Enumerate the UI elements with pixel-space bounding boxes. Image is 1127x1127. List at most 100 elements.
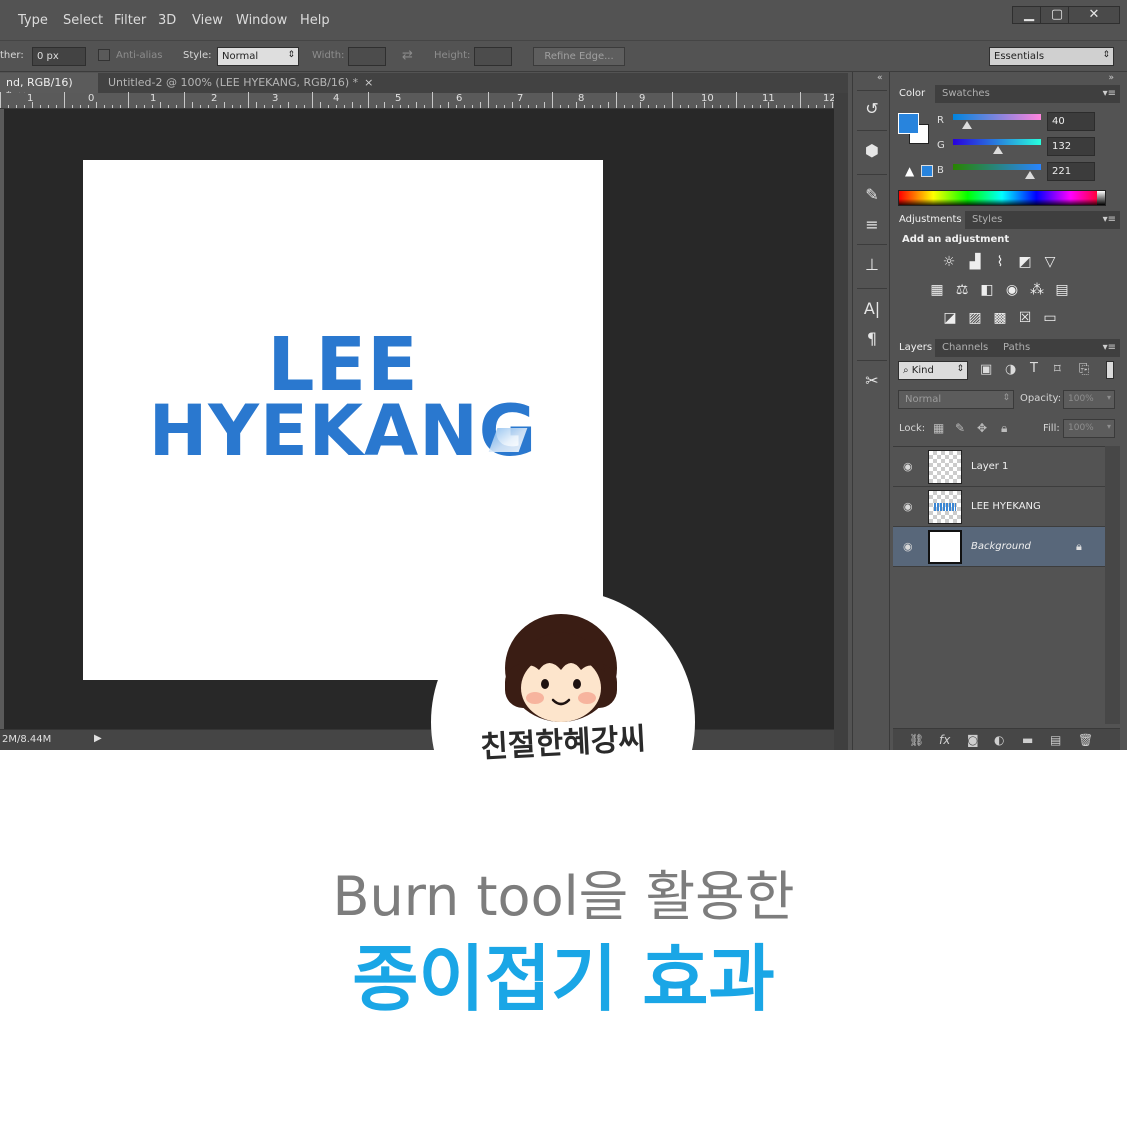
eye-icon[interactable]: ◉ <box>903 500 913 513</box>
foreground-color-swatch[interactable] <box>898 113 919 134</box>
history-icon[interactable]: ↺ <box>860 98 884 120</box>
g-slider-track[interactable] <box>953 139 1041 145</box>
menu-view[interactable]: View <box>192 13 223 28</box>
filter-smart-object-icon[interactable]: ⎘ <box>1079 362 1089 377</box>
tab-paths[interactable]: Paths <box>997 339 1043 357</box>
color-lookup-icon[interactable]: ▤ <box>1052 281 1072 299</box>
filter-shape-icon[interactable]: ⌑ <box>1054 362 1061 377</box>
panel-menu-icon[interactable]: ▾≡ <box>1103 214 1116 225</box>
g-slider-thumb[interactable] <box>993 146 1003 154</box>
brush-icon[interactable]: ≡ <box>860 214 884 236</box>
b-slider-thumb[interactable] <box>1025 171 1035 179</box>
gradient-map-icon[interactable]: ▭ <box>1040 309 1060 327</box>
panel-menu-icon[interactable]: ▾≡ <box>1103 88 1116 99</box>
adjustment-layer-icon[interactable]: ◐ <box>994 733 1004 747</box>
exposure-icon[interactable]: ◩ <box>1015 253 1035 271</box>
new-layer-icon[interactable]: ▤ <box>1050 733 1061 747</box>
invert-icon[interactable]: ◪ <box>940 309 960 327</box>
refine-edge-button[interactable]: Refine Edge... <box>533 47 625 66</box>
lock-image-icon[interactable]: ✎ <box>955 421 965 435</box>
tool-presets-icon[interactable]: ✂ <box>860 370 884 392</box>
eye-icon[interactable]: ◉ <box>903 540 913 553</box>
filter-toggle[interactable] <box>1106 361 1114 379</box>
layers-scrollbar[interactable] <box>1105 446 1120 724</box>
tab-layers[interactable]: Layers <box>893 339 935 357</box>
tab-styles[interactable]: Styles <box>966 211 1010 229</box>
style-select[interactable]: Normal ⇕ <box>217 47 299 66</box>
layer-row-background[interactable]: ◉ Background 🔒︎ <box>893 527 1105 567</box>
menu-select[interactable]: Select <box>63 13 103 28</box>
vertical-scrollbar[interactable] <box>834 93 848 750</box>
antialias-checkbox[interactable] <box>98 49 110 61</box>
layer-row-lee-hyekang[interactable]: ◉ LEE HYEKANG <box>893 487 1105 527</box>
width-input[interactable] <box>348 47 386 66</box>
swap-icon[interactable]: ⇄ <box>402 48 413 63</box>
brush-presets-icon[interactable]: ✎ <box>860 184 884 206</box>
r-slider-track[interactable] <box>953 114 1041 120</box>
tab-document-1[interactable]: nd, RGB/16) *× <box>0 73 98 102</box>
tab-color[interactable]: Color <box>893 85 935 103</box>
menu-type[interactable]: Type <box>18 13 48 28</box>
color-balance-icon[interactable]: ⚖ <box>952 281 972 299</box>
hue-saturation-icon[interactable]: ▦ <box>927 281 947 299</box>
filter-pixel-icon[interactable]: ▣ <box>980 362 992 377</box>
web-safe-swatch[interactable] <box>921 165 933 177</box>
height-input[interactable] <box>474 47 512 66</box>
filter-adjustment-icon[interactable]: ◑ <box>1005 362 1016 377</box>
feather-input[interactable]: 0 px <box>32 47 86 66</box>
filter-type-icon[interactable]: T <box>1030 361 1038 376</box>
lock-all-icon[interactable]: 🔒︎ <box>1001 421 1007 436</box>
r-input[interactable]: 40 <box>1047 112 1095 131</box>
lock-position-icon[interactable]: ✥ <box>977 421 987 435</box>
clone-source-icon[interactable]: ⊥ <box>860 254 884 276</box>
menu-filter[interactable]: Filter <box>114 13 146 28</box>
mask-icon[interactable]: ◙ <box>967 733 979 747</box>
paragraph-icon[interactable]: ¶ <box>860 328 884 350</box>
b-slider-track[interactable] <box>953 164 1041 170</box>
tab-channels[interactable]: Channels <box>936 339 996 357</box>
tab-swatches[interactable]: Swatches <box>936 85 994 103</box>
close-icon[interactable]: × <box>364 76 373 89</box>
channel-mixer-icon[interactable]: ⁂ <box>1027 281 1047 299</box>
status-menu-arrow-icon[interactable]: ▶ <box>94 733 102 744</box>
r-slider-thumb[interactable] <box>962 121 972 129</box>
b-input[interactable]: 221 <box>1047 162 1095 181</box>
ruler-tick <box>616 92 617 108</box>
menu-help[interactable]: Help <box>300 13 330 28</box>
3d-icon[interactable]: ⬢ <box>860 140 884 162</box>
ruler-tick <box>304 105 305 108</box>
layer-row-layer-1[interactable]: ◉ Layer 1 <box>893 447 1105 487</box>
fx-icon[interactable]: fx <box>939 733 950 747</box>
link-icon[interactable]: ⛓ <box>909 733 924 747</box>
close-button[interactable]: ✕ <box>1068 6 1120 24</box>
tab-document-2[interactable]: Untitled-2 @ 100% (LEE HYEKANG, RGB/16) … <box>102 73 382 93</box>
levels-icon[interactable]: ▟ <box>965 253 985 271</box>
color-spectrum-ramp[interactable] <box>898 190 1106 206</box>
menu-3d[interactable]: 3D <box>158 13 176 28</box>
eye-icon[interactable]: ◉ <box>903 460 913 473</box>
curves-icon[interactable]: ⌇ <box>990 253 1010 271</box>
blend-mode-select[interactable]: Normal ⇕ <box>898 390 1014 409</box>
menu-window[interactable]: Window <box>236 13 287 28</box>
layer-filter-select[interactable]: ⌕ Kind ⇕ <box>898 361 968 380</box>
trash-icon[interactable]: 🗑︎ <box>1078 733 1093 747</box>
tab-adjustments[interactable]: Adjustments <box>893 211 965 229</box>
lock-transparent-icon[interactable]: ▦ <box>933 421 944 435</box>
group-icon[interactable]: ▬ <box>1022 733 1033 747</box>
vibrance-icon[interactable]: ▽ <box>1040 253 1060 271</box>
collapse-arrows-icon[interactable]: « <box>877 73 883 83</box>
selective-color-icon[interactable]: ☒ <box>1015 309 1035 327</box>
brightness-icon[interactable]: ☼ <box>939 253 959 271</box>
photo-filter-icon[interactable]: ◉ <box>1002 281 1022 299</box>
workspace-select[interactable]: Essentials ⇕ <box>989 47 1114 66</box>
canvas-area[interactable]: LEE HYEKANG <box>4 109 834 729</box>
g-input[interactable]: 132 <box>1047 137 1095 156</box>
character-icon[interactable]: A| <box>860 298 884 320</box>
posterize-icon[interactable]: ▨ <box>965 309 985 327</box>
expand-arrows-icon[interactable]: » <box>1108 73 1114 83</box>
panel-menu-icon[interactable]: ▾≡ <box>1103 342 1116 353</box>
threshold-icon[interactable]: ▩ <box>990 309 1010 327</box>
opacity-input[interactable]: 100% ▾ <box>1063 390 1115 409</box>
fill-input[interactable]: 100% ▾ <box>1063 419 1115 438</box>
black-white-icon[interactable]: ◧ <box>977 281 997 299</box>
